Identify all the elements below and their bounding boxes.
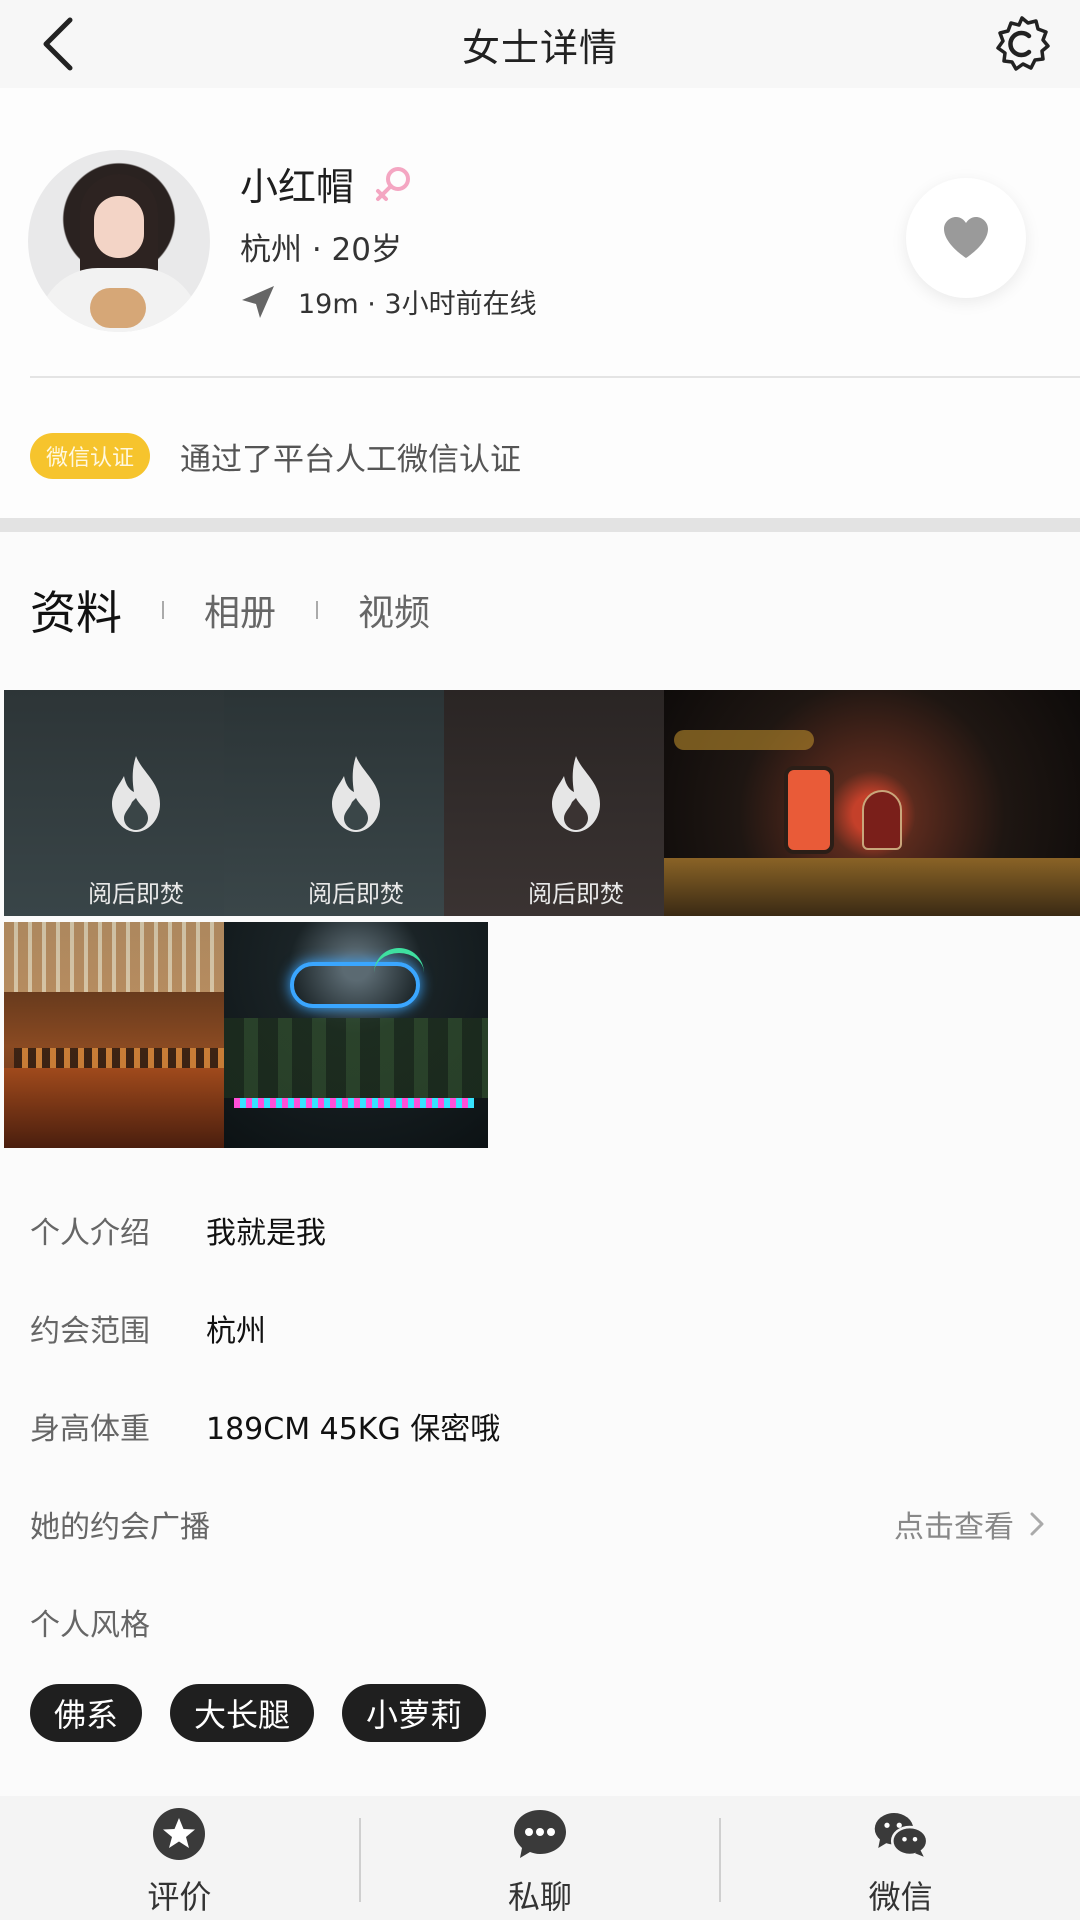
flame-icon	[112, 756, 160, 832]
profile-page: 女士详情 小红帽 杭州 · 20岁 19m · 3小时前在线 微信认证 通过了平…	[0, 0, 1080, 1920]
flame-icon	[552, 756, 600, 832]
tab-profile[interactable]: 资料	[30, 577, 122, 643]
info-value: 杭州	[206, 1314, 266, 1349]
info-row-broadcast[interactable]: 她的约会广播 点击查看	[30, 1494, 1050, 1554]
top-bar: 女士详情	[0, 0, 1080, 88]
wechat-verified-badge: 微信认证	[30, 433, 151, 479]
chat-bubble-icon	[514, 1810, 566, 1858]
info-label: 个人介绍	[30, 1216, 150, 1251]
chevron-right-icon	[1030, 1512, 1044, 1536]
info-value: 189CM 45KG 保密哦	[206, 1412, 501, 1447]
location-text: 19m · 3小时前在线	[298, 289, 537, 320]
avatar[interactable]	[28, 150, 210, 332]
wechat-icon	[874, 1813, 929, 1857]
tab-album[interactable]: 相册	[204, 584, 276, 636]
flame-icon	[332, 756, 380, 832]
info-label: 约会范围	[30, 1314, 150, 1349]
info-label: 她的约会广播	[30, 1510, 210, 1545]
profile-name: 小红帽	[240, 165, 355, 209]
info-row-intro: 个人介绍 我就是我	[30, 1200, 1050, 1260]
page-title: 女士详情	[461, 25, 618, 70]
view-broadcast-link[interactable]: 点击查看	[894, 1502, 1050, 1546]
rate-button[interactable]: 评价	[0, 1796, 359, 1920]
navigation-arrow-icon	[242, 285, 274, 318]
name-row: 小红帽	[240, 156, 414, 211]
info-label: 个人风格	[30, 1608, 150, 1643]
settings-button[interactable]	[986, 8, 1058, 80]
profile-meta: 杭州 · 20岁	[240, 232, 403, 268]
tab-separator	[162, 601, 164, 619]
info-row-range: 约会范围 杭州	[30, 1298, 1050, 1358]
female-icon	[376, 166, 411, 201]
like-button[interactable]	[906, 178, 1026, 298]
star-icon	[153, 1808, 206, 1860]
profile-card: 小红帽 杭州 · 20岁 19m · 3小时前在线 微信认证 通过了平台人工微信…	[0, 88, 1080, 518]
wechat-button[interactable]: 微信	[721, 1796, 1080, 1920]
photo-lantern[interactable]	[664, 690, 1080, 916]
verify-row: 微信认证 通过了平台人工微信认证	[0, 426, 1080, 486]
back-button[interactable]	[20, 6, 96, 82]
heart-icon	[944, 217, 988, 258]
style-tags: 佛系 大长腿 小萝莉	[30, 1684, 514, 1742]
divider	[30, 376, 1080, 378]
info-label: 身高体重	[30, 1412, 150, 1447]
tab-bar: 资料 相册 视频	[30, 580, 430, 640]
bottom-action-bar: 评价 私聊 微信	[0, 1796, 1080, 1920]
tab-separator	[316, 601, 319, 619]
wechat-label: 微信	[868, 1878, 933, 1916]
style-tag: 佛系	[30, 1684, 143, 1742]
rate-label: 评价	[147, 1878, 212, 1916]
style-tag: 小萝莉	[342, 1684, 487, 1742]
photo-neon[interactable]	[224, 922, 488, 1148]
tab-video[interactable]: 视频	[358, 584, 430, 636]
style-tag: 大长腿	[170, 1684, 315, 1742]
info-row-body: 身高体重 189CM 45KG 保密哦	[30, 1396, 1050, 1456]
private-chat-label: 私聊	[508, 1878, 573, 1916]
info-row-style: 个人风格	[30, 1592, 1050, 1652]
gear-icon	[996, 16, 1050, 71]
view-broadcast-label: 点击查看	[894, 1510, 1014, 1545]
chevron-left-icon	[43, 17, 73, 71]
location-row: 19m · 3小时前在线	[240, 282, 537, 321]
section-divider	[0, 518, 1080, 532]
private-chat-button[interactable]: 私聊	[361, 1796, 720, 1920]
verify-text: 通过了平台人工微信认证	[180, 441, 522, 478]
info-value: 我就是我	[206, 1216, 326, 1251]
